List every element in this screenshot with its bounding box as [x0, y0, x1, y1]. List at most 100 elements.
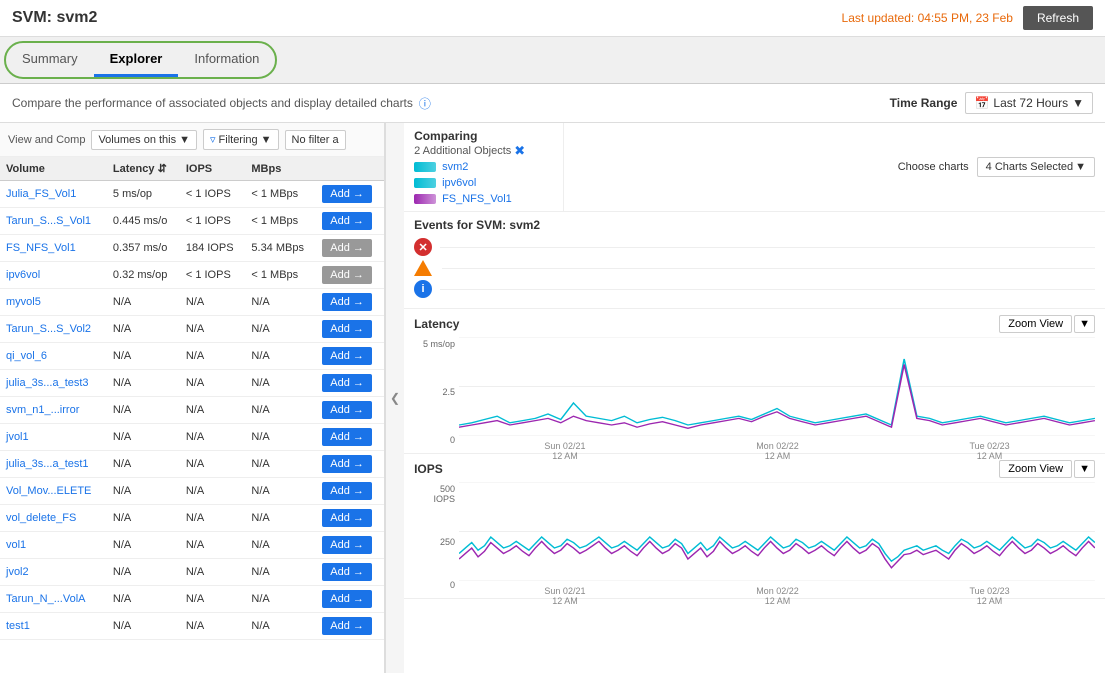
comparing-subtitle: 2 Additional Objects: [414, 145, 511, 157]
volume-name-cell: svm_n1_...irror: [0, 397, 107, 424]
add-button[interactable]: Add →: [322, 617, 372, 635]
iops-cell: N/A: [180, 289, 246, 316]
volume-link[interactable]: julia_3s...a_test3: [6, 377, 89, 389]
table-row: jvol2N/AN/AN/AAdd →: [0, 559, 384, 586]
latency-zoom-button[interactable]: Zoom View: [999, 315, 1072, 333]
volume-name-cell: Vol_Mov...ELETE: [0, 478, 107, 505]
volume-link[interactable]: Vol_Mov...ELETE: [6, 485, 91, 497]
refresh-button[interactable]: Refresh: [1023, 6, 1093, 30]
latency-cell: N/A: [107, 397, 180, 424]
filtering-dropdown[interactable]: ▿ Filtering ▼: [203, 129, 279, 150]
add-button[interactable]: Add →: [322, 293, 372, 311]
latency-cell: N/A: [107, 424, 180, 451]
compare-obj-ipv6vol: ipv6vol: [414, 177, 553, 189]
latency-y-axis: 5 ms/op 2.5 0: [414, 337, 459, 447]
mbps-cell: N/A: [245, 397, 316, 424]
add-btn-cell: Add →: [316, 424, 384, 451]
add-button[interactable]: Add →: [322, 563, 372, 581]
table-row: Tarun_S...S_Vol10.445 ms/o< 1 IOPS< 1 MB…: [0, 208, 384, 235]
volume-link[interactable]: vol1: [6, 539, 26, 551]
compare-obj-fsnfsvol1: FS_NFS_Vol1: [414, 193, 553, 205]
close-comparing-button[interactable]: ✖: [514, 143, 525, 159]
volumes-table: Volume Latency ⇵ IOPS MBps Julia_FS_Vol1…: [0, 157, 384, 640]
add-button[interactable]: Add →: [322, 455, 372, 473]
latency-cell: N/A: [107, 343, 180, 370]
event-error-row: ✕: [414, 238, 1095, 256]
remove-button[interactable]: Add →: [322, 266, 372, 284]
latency-x-axis: Sun 02/2112 AM Mon 02/2212 AM Tue 02/231…: [459, 439, 1095, 461]
col-latency[interactable]: Latency ⇵: [107, 157, 180, 181]
volume-link[interactable]: svm_n1_...irror: [6, 404, 79, 416]
charts-select[interactable]: 4 Charts Selected ▼: [977, 157, 1095, 177]
add-btn-cell: Add →: [316, 208, 384, 235]
choose-charts-label: Choose charts: [898, 161, 969, 173]
add-button[interactable]: Add →: [322, 590, 372, 608]
latency-cell: N/A: [107, 316, 180, 343]
volume-name-cell: test1: [0, 613, 107, 640]
latency-cell: N/A: [107, 532, 180, 559]
add-button[interactable]: Add →: [322, 482, 372, 500]
tab-explorer[interactable]: Explorer: [94, 43, 179, 77]
obj-name-ipv6vol[interactable]: ipv6vol: [442, 177, 476, 189]
volume-link[interactable]: FS_NFS_Vol1: [6, 242, 76, 254]
time-range-label: Time Range: [890, 96, 958, 110]
table-row: FS_NFS_Vol10.357 ms/o184 IOPS5.34 MBpsAd…: [0, 235, 384, 262]
iops-cell: 184 IOPS: [180, 235, 246, 262]
tab-summary[interactable]: Summary: [6, 43, 94, 77]
obj-color-fsnfsvol1: [414, 194, 436, 204]
volume-link[interactable]: ipv6vol: [6, 269, 40, 281]
subtitle-row: Compare the performance of associated ob…: [0, 84, 1105, 123]
col-iops: IOPS: [180, 157, 246, 181]
tab-information[interactable]: Information: [178, 43, 275, 77]
volume-link[interactable]: myvol5: [6, 296, 41, 308]
add-btn-cell: Add →: [316, 370, 384, 397]
add-button[interactable]: Add →: [322, 428, 372, 446]
add-button[interactable]: Add →: [322, 212, 372, 230]
add-button[interactable]: Add →: [322, 401, 372, 419]
iops-cell: N/A: [180, 343, 246, 370]
scroll-indicator[interactable]: ❮: [385, 123, 404, 673]
add-button[interactable]: Add →: [322, 320, 372, 338]
volume-name-cell: qi_vol_6: [0, 343, 107, 370]
volume-name-cell: FS_NFS_Vol1: [0, 235, 107, 262]
time-range-select[interactable]: 📅 Last 72 Hours ▼: [965, 92, 1093, 114]
volume-link[interactable]: Tarun_S...S_Vol2: [6, 323, 91, 335]
volumes-dropdown[interactable]: Volumes on this ▼: [91, 130, 197, 150]
latency-cell: N/A: [107, 289, 180, 316]
volume-link[interactable]: Julia_FS_Vol1: [6, 188, 76, 200]
volume-link[interactable]: julia_3s...a_test1: [6, 458, 89, 470]
iops-chart-area: 500 IOPS 250 0: [414, 482, 1095, 592]
add-button[interactable]: Add →: [322, 509, 372, 527]
volume-link[interactable]: jvol1: [6, 431, 29, 443]
iops-y-axis: 500 IOPS 250 0: [414, 482, 459, 592]
latency-cell: N/A: [107, 478, 180, 505]
help-icon[interactable]: ⓘ: [419, 95, 431, 112]
iops-zoom-button[interactable]: Zoom View: [999, 460, 1072, 478]
latency-zoom-dropdown[interactable]: ▼: [1074, 315, 1095, 333]
volume-link[interactable]: qi_vol_6: [6, 350, 47, 362]
table-row: test1N/AN/AN/AAdd →: [0, 613, 384, 640]
add-button[interactable]: Add →: [322, 347, 372, 365]
obj-name-fsnfsvol1[interactable]: FS_NFS_Vol1: [442, 193, 512, 205]
volume-link[interactable]: vol_delete_FS: [6, 512, 76, 524]
volume-link[interactable]: test1: [6, 620, 30, 632]
mbps-cell: < 1 MBps: [245, 262, 316, 289]
iops-zoom-dropdown[interactable]: ▼: [1074, 460, 1095, 478]
no-filter-dropdown[interactable]: No filter a: [285, 130, 346, 150]
volume-name-cell: julia_3s...a_test3: [0, 370, 107, 397]
remove-button[interactable]: Add →: [322, 239, 372, 257]
table-row: julia_3s...a_test3N/AN/AN/AAdd →: [0, 370, 384, 397]
volume-link[interactable]: Tarun_N_...VolA: [6, 593, 86, 605]
volume-name-cell: Julia_FS_Vol1: [0, 181, 107, 208]
add-button[interactable]: Add →: [322, 374, 372, 392]
iops-cell: N/A: [180, 397, 246, 424]
add-button[interactable]: Add →: [322, 536, 372, 554]
iops-cell: < 1 IOPS: [180, 181, 246, 208]
chevron-down-icon: ▼: [1072, 96, 1084, 110]
volume-link[interactable]: jvol2: [6, 566, 29, 578]
add-button[interactable]: Add →: [322, 185, 372, 203]
obj-name-svm2[interactable]: svm2: [442, 161, 468, 173]
latency-cell: 5 ms/op: [107, 181, 180, 208]
filter-row: View and Comp Volumes on this ▼ ▿ Filter…: [0, 123, 384, 157]
volume-link[interactable]: Tarun_S...S_Vol1: [6, 215, 91, 227]
